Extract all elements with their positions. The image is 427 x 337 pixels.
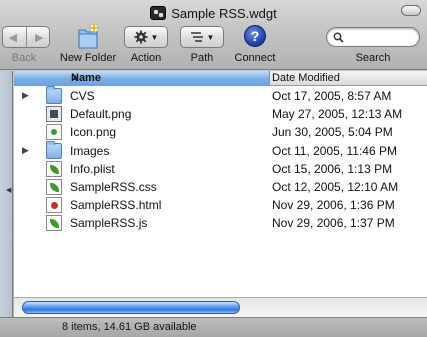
file-name: SampleRSS.css (70, 179, 157, 194)
file-name: Images (70, 143, 110, 158)
horizontal-scrollbar[interactable] (14, 297, 427, 317)
back-forward-buttons: ◀ ▶ (2, 26, 50, 48)
window-title: Sample RSS.wdgt (171, 5, 277, 21)
search-icon (333, 32, 344, 43)
new-folder-icon[interactable] (76, 22, 100, 50)
segment-divider (25, 27, 27, 47)
action-label: Action (130, 52, 162, 64)
file-name: CVS (70, 89, 95, 103)
file-row-icon-png[interactable]: Icon.png Jun 30, 2005, 5:04 PM (14, 123, 427, 141)
scrollbar-thumb[interactable] (22, 301, 240, 314)
new-folder-label: New Folder (59, 52, 117, 64)
name-column-header[interactable]: Name ▲ (14, 71, 270, 86)
file-date: Oct 15, 2006, 1:13 PM (272, 161, 393, 176)
disclosure-triangle-icon[interactable]: ▶ (22, 145, 29, 156)
finder-window: Sample RSS.wdgt ◀ ▶ Back New Folder ▼ Ac… (0, 0, 427, 337)
folder-icon (46, 140, 62, 159)
search-label: Search (355, 52, 391, 64)
file-name: SampleRSS.html (70, 198, 162, 213)
search-field[interactable] (326, 27, 420, 47)
widget-bundle-icon (150, 6, 167, 20)
toolbar-toggle-button[interactable] (401, 5, 421, 16)
back-arrow-icon[interactable]: ◀ (3, 27, 23, 47)
sort-ascending-icon: ▲ (71, 72, 80, 82)
file-row-default-png[interactable]: Default.png May 27, 2005, 12:13 AM (14, 105, 427, 123)
chevron-down-icon: ▼ (206, 32, 215, 42)
disclosure-triangle-icon[interactable]: ▶ (22, 90, 29, 101)
file-date: Nov 29, 2006, 1:37 PM (272, 216, 395, 231)
plist-file-icon (46, 160, 62, 177)
file-name: SampleRSS.js (70, 216, 148, 231)
image-file-icon (46, 124, 62, 141)
file-name: Default.png (70, 107, 132, 122)
back-label: Back (11, 52, 37, 64)
file-list: Name ▲ Date Modified ▶ CVS Oct 17, 2005,… (14, 71, 427, 317)
js-file-icon (46, 215, 62, 232)
file-row-samplerss-css[interactable]: SampleRSS.css Oct 12, 2005, 12:10 AM (14, 178, 427, 196)
date-modified-column-label: Date Modified (272, 72, 340, 84)
file-date: Oct 17, 2005, 8:57 AM (272, 89, 392, 103)
file-row-info-plist[interactable]: Info.plist Oct 15, 2006, 1:13 PM (14, 160, 427, 178)
file-date: Nov 29, 2006, 1:36 PM (272, 198, 395, 213)
file-row-samplerss-js[interactable]: SampleRSS.js Nov 29, 2006, 1:37 PM (14, 214, 427, 232)
css-file-icon (46, 178, 62, 195)
status-bar: 8 items, 14.61 GB available (0, 317, 427, 337)
toolbar: ◀ ▶ Back New Folder ▼ Action ▼ Path ? Co… (0, 22, 427, 66)
action-button[interactable]: ▼ (124, 26, 168, 48)
connect-icon[interactable]: ? (244, 25, 266, 47)
file-name: Icon.png (70, 125, 117, 140)
file-row-images[interactable]: ▶ Images Oct 11, 2005, 11:46 PM (14, 140, 427, 160)
gear-icon (134, 30, 148, 44)
path-label: Path (190, 52, 214, 64)
path-button[interactable]: ▼ (180, 26, 224, 48)
chevron-down-icon: ▼ (150, 32, 159, 42)
folder-icon (46, 86, 62, 104)
status-text: 8 items, 14.61 GB available (62, 321, 197, 333)
file-row-samplerss-html[interactable]: SampleRSS.html Nov 29, 2006, 1:36 PM (14, 196, 427, 214)
forward-arrow-icon[interactable]: ▶ (29, 27, 49, 47)
title-wrap: Sample RSS.wdgt (0, 3, 427, 23)
split-handle-icon[interactable]: ◀ (6, 186, 11, 196)
html-file-icon (46, 197, 62, 214)
title-bar[interactable]: Sample RSS.wdgt ◀ ▶ Back New Folder ▼ Ac… (0, 0, 427, 70)
search-input[interactable] (347, 31, 417, 43)
file-date: Oct 12, 2005, 12:10 AM (272, 179, 399, 194)
image-file-icon (46, 106, 62, 123)
list-header: Name ▲ Date Modified (14, 71, 427, 86)
connect-label: Connect (234, 52, 276, 64)
file-row-cvs[interactable]: ▶ CVS Oct 17, 2005, 8:57 AM (14, 86, 427, 105)
file-date: Jun 30, 2005, 5:04 PM (272, 125, 393, 140)
file-date: Oct 11, 2005, 11:46 PM (272, 143, 397, 158)
path-list-icon (190, 32, 203, 42)
file-name: Info.plist (70, 161, 115, 176)
file-date: May 27, 2005, 12:13 AM (272, 107, 403, 122)
file-rows: ▶ CVS Oct 17, 2005, 8:57 AM Default.png … (14, 86, 427, 233)
